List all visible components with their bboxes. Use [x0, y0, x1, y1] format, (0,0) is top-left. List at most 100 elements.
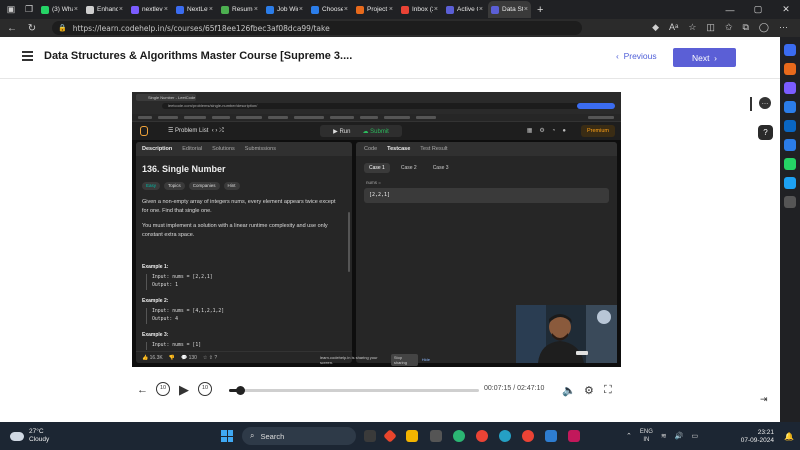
edge-active-icon[interactable]	[499, 430, 511, 442]
browser-tab[interactable]: Active C×	[443, 1, 486, 18]
exit-arrow-icon[interactable]: ←	[137, 384, 148, 396]
course-title: Data Structures & Algorithms Master Cour…	[44, 50, 353, 62]
browser-tab[interactable]: (3) What×	[38, 1, 81, 18]
edge-icon[interactable]	[453, 430, 465, 442]
browser-tab[interactable]: Enhanc ×	[83, 1, 126, 18]
problem-list-label: ☰ Problem List ‹ › ⤮	[168, 128, 224, 134]
language-indicator[interactable]: ENG IN	[640, 428, 653, 444]
example-line: Output: 4	[152, 317, 178, 322]
chat-icon[interactable]: …	[759, 97, 771, 109]
browser-tab[interactable]: NextLev×	[173, 1, 216, 18]
share-text: learn.codehelp.in is sharing your screen…	[320, 354, 378, 365]
shopping-icon[interactable]	[784, 63, 796, 75]
settings-icon[interactable]: ⚙	[584, 384, 594, 397]
workspaces-icon[interactable]: ▣	[4, 3, 18, 17]
tab-close-icon[interactable]: ×	[74, 6, 78, 13]
app-icon-red[interactable]	[383, 429, 397, 443]
split-screen-icon[interactable]: ◫	[706, 22, 715, 33]
whatsapp-icon[interactable]	[784, 158, 796, 170]
play-icon[interactable]: ▶	[179, 382, 189, 398]
next-button[interactable]: Next ›	[673, 48, 736, 67]
menu-icon[interactable]	[22, 51, 33, 61]
tab-close-icon[interactable]: ×	[254, 6, 258, 13]
side-divider	[750, 97, 752, 111]
chrome-2-icon[interactable]	[522, 430, 534, 442]
tab-close-icon[interactable]: ×	[389, 6, 393, 13]
video-browser-tab: Single Number - LeetCode	[136, 94, 196, 101]
close-window-icon[interactable]: ✕	[772, 4, 800, 15]
rewind-10-button[interactable]: 10	[156, 382, 170, 396]
taskbar: 27°C Cloudy ⌕ Search ⌃ ENG IN ≋ 🔊 ▭ 23:21…	[0, 422, 800, 450]
profile-icon[interactable]: ◯	[759, 22, 769, 33]
browser-tab[interactable]: Project ×	[353, 1, 396, 18]
add-sidebar-icon[interactable]	[784, 196, 796, 208]
battery-icon[interactable]: ▭	[691, 432, 698, 440]
chrome-icon[interactable]	[476, 430, 488, 442]
tab-close-icon[interactable]: ×	[344, 6, 348, 13]
clock[interactable]: 23:21 07-09-2024	[734, 429, 774, 445]
browser-tab[interactable]: Resume×	[218, 1, 261, 18]
example-line: Input: nums = [1]	[152, 343, 202, 348]
tab-close-icon[interactable]: ×	[434, 6, 438, 13]
tab-close-icon[interactable]: ×	[524, 6, 528, 13]
weather-widget[interactable]: 27°C Cloudy	[10, 428, 49, 444]
maximize-icon[interactable]: ▢	[744, 4, 772, 15]
vscode-icon[interactable]	[545, 430, 557, 442]
forward-10-button[interactable]: 10	[198, 382, 212, 396]
tab-close-icon[interactable]: ×	[479, 6, 483, 13]
seek-bar-handle[interactable]	[235, 386, 245, 395]
tab-actions-icon[interactable]: ❐	[22, 3, 36, 17]
problem-panel: Description Editorial Solutions Submissions…	[136, 142, 352, 363]
example-line: Input: nums = [2,2,1]	[152, 275, 213, 280]
video-player[interactable]: Single Number - LeetCode leetcode.com/pr…	[132, 92, 621, 367]
seek-bar[interactable]	[229, 386, 479, 395]
previous-button[interactable]: ‹ Previous	[616, 51, 657, 61]
outlook-icon[interactable]	[784, 139, 796, 151]
help-icon[interactable]: ?	[758, 125, 773, 140]
notification-icon[interactable]: 🔔	[784, 432, 794, 441]
wifi-icon[interactable]: ≋	[661, 432, 667, 440]
tab-close-icon[interactable]: ×	[119, 6, 123, 13]
tools-icon[interactable]	[784, 82, 796, 94]
browser-tab[interactable]: Choose ×	[308, 1, 351, 18]
app-icon-m[interactable]	[430, 430, 442, 442]
file-explorer-icon[interactable]	[406, 430, 418, 442]
task-view-icon[interactable]	[364, 430, 376, 442]
collections-icon[interactable]: ⧉	[742, 22, 748, 33]
url-field[interactable]: 🔒 https://learn.codehelp.in/s/courses/65…	[52, 21, 582, 35]
extension-icon[interactable]: ◆	[652, 22, 659, 33]
tab-close-icon[interactable]: ×	[164, 6, 168, 13]
telegram-icon[interactable]	[784, 177, 796, 189]
reload-icon[interactable]: ↻	[24, 23, 40, 34]
speaker-icon[interactable]: 🔊	[675, 432, 684, 440]
app-icon-pink[interactable]	[568, 430, 580, 442]
tab-close-icon[interactable]: ×	[299, 6, 303, 13]
start-icon[interactable]	[221, 430, 233, 442]
browser-tab[interactable]: Data Stru×	[488, 1, 531, 18]
more-icon[interactable]: ⋯	[779, 22, 788, 33]
games-icon[interactable]	[784, 101, 796, 113]
fullscreen-icon[interactable]: ⛶	[604, 384, 612, 397]
volume-icon[interactable]: 🔈	[562, 384, 576, 397]
stop-sharing-label: Stop sharing	[390, 353, 418, 366]
clock-time: 23:21	[757, 429, 774, 436]
read-aloud-icon[interactable]: Aᵃ	[669, 22, 678, 33]
browser-tab[interactable]: nextlev ×	[128, 1, 171, 18]
copilot-icon[interactable]	[784, 44, 796, 56]
favorites-bar-icon[interactable]: ✩	[725, 22, 733, 33]
clock-date: 07-09-2024	[740, 437, 774, 444]
minimize-icon[interactable]: —	[716, 5, 744, 15]
favorite-icon[interactable]: ☆	[688, 22, 696, 33]
tab-close-icon[interactable]: ×	[209, 6, 213, 13]
back-icon[interactable]: ←	[4, 23, 20, 34]
browser-tab[interactable]: Job Wir ×	[263, 1, 306, 18]
office-icon[interactable]	[784, 120, 796, 132]
tray-overflow-icon[interactable]: ⌃	[626, 432, 632, 440]
logout-icon[interactable]: ⇥	[760, 394, 768, 405]
time-display: 00:07:15 / 02:47:10	[484, 385, 544, 392]
example-line: Input: nums = [4,1,2,1,2]	[152, 309, 225, 314]
new-tab-button[interactable]: +	[537, 4, 543, 16]
browser-tab[interactable]: Inbox (2×	[398, 1, 441, 18]
taskbar-search[interactable]: ⌕ Search	[242, 427, 356, 445]
problem-description-2: You must implement a solution with a lin…	[142, 223, 328, 238]
